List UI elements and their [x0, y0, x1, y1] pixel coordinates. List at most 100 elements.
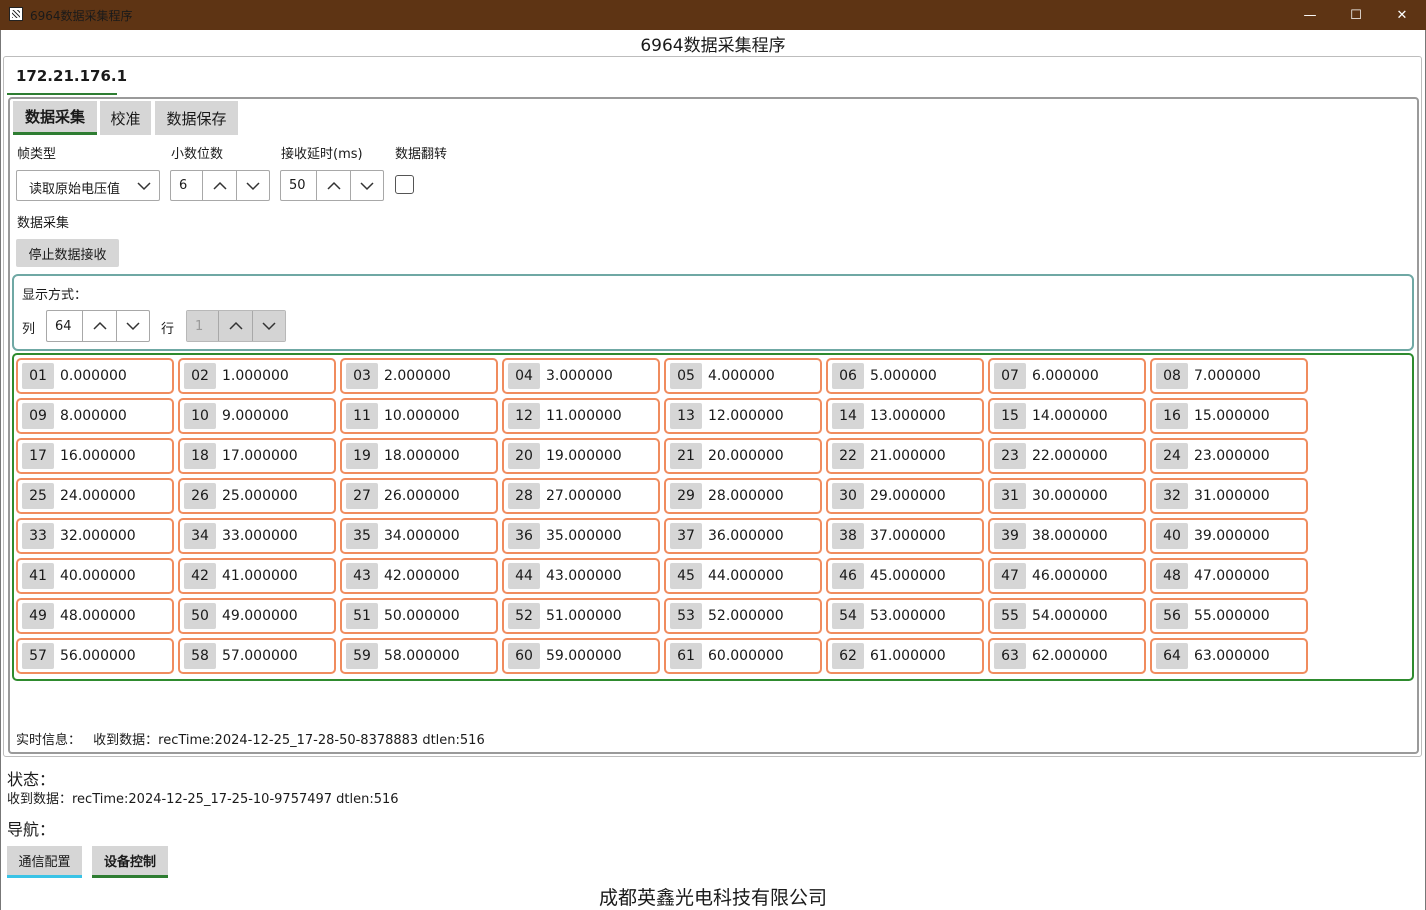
- channel-index: 19: [346, 443, 378, 469]
- channel-cell: 39 38.000000: [988, 518, 1146, 554]
- channel-cell: 47 46.000000: [988, 558, 1146, 594]
- columns-increment-button[interactable]: [82, 311, 115, 341]
- channel-cell: 64 63.000000: [1150, 638, 1308, 674]
- realtime-message: 收到数据：recTime:2024-12-25_17-28-50-8378883…: [93, 733, 485, 748]
- recv-delay-decrement-button[interactable]: [349, 171, 383, 200]
- channel-value: 5.000000: [870, 368, 937, 384]
- channel-cell: 24 23.000000: [1150, 438, 1308, 474]
- tab-data-save[interactable]: 数据保存: [155, 101, 238, 135]
- channel-value: 27.000000: [546, 488, 622, 504]
- channel-index: 37: [670, 523, 702, 549]
- decimals-decrement-button[interactable]: [235, 171, 269, 200]
- recv-delay-increment-button[interactable]: [316, 171, 349, 200]
- channel-index: 08: [1156, 363, 1188, 389]
- channel-value: 20.000000: [708, 448, 784, 464]
- channel-index: 09: [22, 403, 54, 429]
- channel-index: 17: [22, 443, 54, 469]
- channel-value: 6.000000: [1032, 368, 1099, 384]
- channel-cell: 55 54.000000: [988, 598, 1146, 634]
- channel-value: 56.000000: [60, 648, 136, 664]
- channel-value: 34.000000: [384, 528, 460, 544]
- minimize-icon: —: [1303, 7, 1317, 23]
- channel-index: 52: [508, 603, 540, 629]
- rows-label: 行: [161, 322, 175, 337]
- channel-index: 22: [832, 443, 864, 469]
- channel-value: 60.000000: [708, 648, 784, 664]
- channel-cell: 15 14.000000: [988, 398, 1146, 434]
- maximize-button[interactable]: ☐: [1333, 0, 1379, 30]
- channel-index: 62: [832, 643, 864, 669]
- decimals-value[interactable]: 6: [171, 171, 202, 200]
- minimize-button[interactable]: —: [1287, 0, 1333, 30]
- channel-cell: 10 9.000000: [178, 398, 336, 434]
- close-button[interactable]: ✕: [1379, 0, 1425, 30]
- channel-index: 50: [184, 603, 216, 629]
- data-flip-checkbox[interactable]: [395, 175, 414, 194]
- channel-index: 05: [670, 363, 702, 389]
- rows-decrement-button[interactable]: [251, 311, 285, 341]
- tab-data-acquisition[interactable]: 数据采集: [13, 101, 97, 135]
- columns-stepper[interactable]: 64: [46, 310, 150, 342]
- channel-cell: 41 40.000000: [16, 558, 174, 594]
- columns-decrement-button[interactable]: [115, 311, 149, 341]
- decimals-stepper[interactable]: 6: [170, 170, 270, 201]
- channel-value: 53.000000: [870, 608, 946, 624]
- channel-cell: 40 39.000000: [1150, 518, 1308, 554]
- recv-delay-label: 接收延时(ms): [281, 147, 363, 162]
- frame-type-select[interactable]: 读取原始电压值: [16, 170, 160, 201]
- channel-value: 40.000000: [60, 568, 136, 584]
- channel-cell: 61 60.000000: [664, 638, 822, 674]
- status-message: 收到数据：recTime:2024-12-25_17-25-10-9757497…: [7, 792, 399, 807]
- channel-index: 14: [832, 403, 864, 429]
- app-heading: 6964数据采集程序: [640, 36, 786, 56]
- channel-value: 48.000000: [60, 608, 136, 624]
- comm-config-button[interactable]: 通信配置: [7, 846, 82, 878]
- channel-value: 45.000000: [870, 568, 946, 584]
- channel-index: 31: [994, 483, 1026, 509]
- channel-value: 32.000000: [60, 528, 136, 544]
- channel-cell: 23 22.000000: [988, 438, 1146, 474]
- channel-index: 55: [994, 603, 1026, 629]
- rows-value[interactable]: 1: [187, 311, 219, 341]
- channel-cell: 28 27.000000: [502, 478, 660, 514]
- channel-cell: 27 26.000000: [340, 478, 498, 514]
- channel-index: 01: [22, 363, 54, 389]
- footer-company-name: 成都英鑫光电科技有限公司: [598, 887, 827, 909]
- recv-delay-value[interactable]: 50: [281, 171, 316, 200]
- channel-index: 64: [1156, 643, 1188, 669]
- channel-cell: 53 52.000000: [664, 598, 822, 634]
- tab-device-ip[interactable]: 172.21.176.1: [7, 61, 127, 95]
- channel-index: 53: [670, 603, 702, 629]
- channel-value: 30.000000: [1032, 488, 1108, 504]
- columns-label: 列: [22, 322, 36, 337]
- rows-increment-button[interactable]: [218, 311, 252, 341]
- decimals-label: 小数位数: [171, 147, 224, 162]
- channel-cell: 17 16.000000: [16, 438, 174, 474]
- channel-index: 48: [1156, 563, 1188, 589]
- tab-calibration[interactable]: 校准: [100, 101, 151, 135]
- channel-cell: 35 34.000000: [340, 518, 498, 554]
- decimals-increment-button[interactable]: [202, 171, 235, 200]
- rows-stepper[interactable]: 1: [186, 310, 286, 342]
- channel-cell: 60 59.000000: [502, 638, 660, 674]
- device-control-button[interactable]: 设备控制: [92, 846, 168, 878]
- stop-receive-button[interactable]: 停止数据接收: [16, 239, 119, 267]
- channel-value: 33.000000: [222, 528, 298, 544]
- recv-delay-stepper[interactable]: 50: [280, 170, 384, 201]
- channel-index: 11: [346, 403, 378, 429]
- channel-index: 23: [994, 443, 1026, 469]
- channel-cell: 43 42.000000: [340, 558, 498, 594]
- columns-value[interactable]: 64: [47, 311, 82, 341]
- channel-index: 30: [832, 483, 864, 509]
- channel-index: 34: [184, 523, 216, 549]
- channel-cell: 46 45.000000: [826, 558, 984, 594]
- channel-value: 4.000000: [708, 368, 775, 384]
- channel-cell: 51 50.000000: [340, 598, 498, 634]
- channel-cell: 49 48.000000: [16, 598, 174, 634]
- channel-index: 42: [184, 563, 216, 589]
- channel-cell: 02 1.000000: [178, 358, 336, 394]
- status-title: 状态：: [7, 770, 56, 789]
- channel-value: 49.000000: [222, 608, 298, 624]
- channel-index: 49: [22, 603, 54, 629]
- channel-cell: 30 29.000000: [826, 478, 984, 514]
